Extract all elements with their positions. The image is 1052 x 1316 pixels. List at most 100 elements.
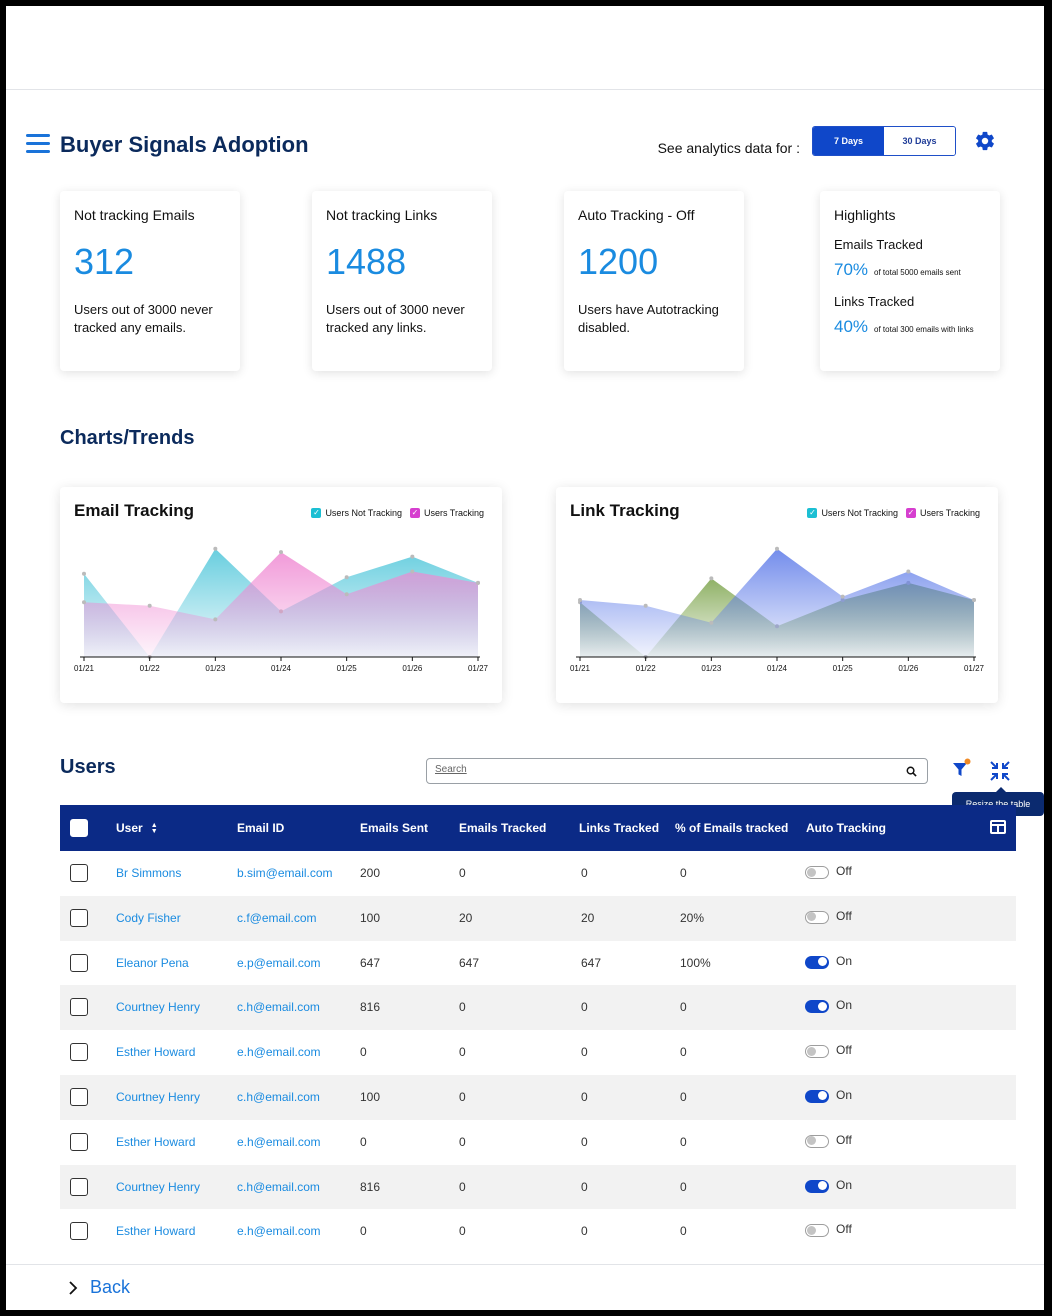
auto-tracking-toggle[interactable] [805, 910, 829, 924]
row-checkbox[interactable] [70, 1177, 88, 1196]
data-point[interactable] [82, 600, 86, 605]
legend-item[interactable]: ✓ Users Tracking [905, 508, 980, 518]
user-name-link[interactable]: Esther Howard [116, 1045, 195, 1059]
search-input[interactable] [435, 764, 895, 775]
data-point[interactable] [476, 580, 480, 585]
column-header-email[interactable]: Email ID [237, 821, 284, 835]
email-tracking-chart: 01/21 01/22 01/23 01/24 01/25 01/26 01/27 Emai… [60, 487, 502, 703]
filter-icon[interactable] [951, 758, 973, 780]
table-row: Courtney Henry c.h@email.com 816 0 0 0 On [60, 985, 1016, 1031]
app-window: Buyer Signals Adoption See analytics dat… [6, 6, 1044, 1310]
not-tracking-emails-card: Not tracking Emails 312 Users out of 300… [60, 191, 240, 371]
user-email-link[interactable]: e.h@email.com [237, 1135, 321, 1149]
range-30-days-button[interactable]: 30 Days [884, 127, 955, 155]
auto-tracking-toggle[interactable] [805, 1089, 829, 1103]
data-point[interactable] [775, 546, 779, 551]
user-email-link[interactable]: c.h@email.com [237, 1180, 320, 1194]
user-name-link[interactable]: Courtney Henry [116, 1000, 200, 1014]
data-point[interactable] [906, 569, 911, 574]
emails-tracked-cell: 0 [459, 1134, 466, 1149]
row-checkbox[interactable] [70, 1132, 88, 1151]
emails-tracked-cell: 0 [459, 866, 466, 880]
user-name-link[interactable]: Courtney Henry [116, 1090, 200, 1104]
auto-tracking-label: Off [836, 864, 852, 878]
data-point[interactable] [840, 594, 845, 599]
auto-tracking-toggle[interactable] [805, 1045, 829, 1059]
user-name-link[interactable]: Courtney Henry [116, 1180, 200, 1194]
auto-tracking-toggle[interactable] [805, 866, 829, 879]
auto-tracking-toggle[interactable] [805, 955, 829, 969]
data-point[interactable] [410, 554, 415, 559]
x-tick-label: 01/23 [205, 664, 226, 673]
row-checkbox[interactable] [70, 908, 88, 927]
links-tracked-cell: 0 [581, 1179, 588, 1194]
legend-item[interactable]: ✓ Users Tracking [409, 508, 484, 518]
data-point[interactable] [972, 598, 976, 602]
auto-tracking-label: On [836, 953, 853, 968]
column-header-user[interactable]: User ▲ ▼ [116, 821, 158, 835]
table-row: Eleanor Pena e.p@email.com 647 647 647 100% On [60, 941, 1016, 986]
x-tick-label: 01/26 [402, 664, 423, 673]
user-email-link[interactable]: c.h@email.com [237, 1000, 320, 1014]
row-checkbox[interactable] [70, 1087, 88, 1106]
user-name-link[interactable]: Esther Howard [116, 1135, 195, 1149]
column-header-pct-tracked[interactable]: % of Emails tracked [675, 821, 788, 835]
auto-tracking-toggle[interactable] [805, 1224, 829, 1238]
data-point[interactable] [709, 620, 714, 625]
column-header-emails-tracked[interactable]: Emails Tracked [459, 821, 546, 835]
emails-sent-cell: 200 [360, 866, 381, 880]
data-point[interactable] [578, 598, 582, 602]
legend-item[interactable]: ✓ Users Not Tracking [807, 508, 898, 518]
user-email-link[interactable]: b.sim@email.com [237, 866, 333, 880]
column-header-links-tracked[interactable]: Links Tracked [579, 821, 659, 835]
column-header-emails-sent[interactable]: Emails Sent [360, 821, 428, 835]
user-name-link[interactable]: Eleanor Pena [116, 956, 189, 970]
hamburger-menu-icon[interactable] [26, 134, 50, 156]
row-checkbox[interactable] [70, 953, 88, 972]
legend-label: Users Not Tracking [821, 508, 898, 518]
data-point[interactable] [344, 592, 349, 597]
resize-table-icon[interactable] [989, 760, 1011, 782]
auto-tracking-toggle[interactable] [805, 1179, 829, 1193]
row-checkbox[interactable] [70, 998, 88, 1017]
data-point[interactable] [279, 550, 283, 555]
emails-tracked-cell: 0 [459, 1224, 466, 1239]
auto-tracking-label: Off [836, 1043, 852, 1058]
data-point[interactable] [709, 576, 714, 581]
user-name-link[interactable]: Br Simmons [116, 866, 181, 880]
data-point[interactable] [410, 569, 415, 574]
column-header-auto-tracking[interactable]: Auto Tracking [806, 821, 886, 835]
x-tick-label: 01/27 [468, 664, 489, 673]
data-point[interactable] [147, 603, 152, 608]
card-description: Users have Autotracking disabled. [578, 302, 719, 335]
legend-item[interactable]: ✓ Users Not Tracking [311, 508, 402, 518]
pct-tracked-cell: 100% [680, 955, 711, 970]
user-name-link[interactable]: Esther Howard [116, 1224, 195, 1238]
pct-tracked-cell: 0 [680, 866, 687, 880]
data-point[interactable] [82, 571, 86, 576]
sort-icon[interactable]: ▲ ▼ [151, 822, 158, 835]
back-button[interactable]: Back [66, 1277, 130, 1298]
card-value: 312 [74, 241, 135, 282]
data-point[interactable] [643, 603, 648, 608]
auto-tracking-toggle[interactable] [805, 1000, 829, 1014]
data-point[interactable] [213, 617, 218, 622]
select-all-checkbox[interactable] [70, 819, 88, 837]
range-7-days-button[interactable]: 7 Days [813, 127, 884, 155]
search-icon[interactable] [906, 766, 917, 777]
data-point[interactable] [213, 546, 218, 551]
user-email-link[interactable]: c.f@email.com [237, 911, 317, 925]
data-point[interactable] [344, 575, 349, 580]
row-checkbox[interactable] [70, 1043, 88, 1062]
links-tracked-cell: 0 [581, 1045, 588, 1060]
user-email-link[interactable]: e.p@email.com [237, 956, 321, 970]
user-name-link[interactable]: Cody Fisher [116, 911, 181, 925]
row-checkbox[interactable] [70, 1222, 88, 1241]
user-email-link[interactable]: e.h@email.com [237, 1045, 321, 1059]
user-email-link[interactable]: c.h@email.com [237, 1090, 320, 1104]
user-email-link[interactable]: e.h@email.com [237, 1224, 321, 1238]
auto-tracking-toggle[interactable] [805, 1134, 829, 1148]
columns-icon[interactable] [990, 820, 1006, 834]
row-checkbox[interactable] [70, 864, 88, 882]
gear-icon[interactable] [974, 130, 996, 152]
